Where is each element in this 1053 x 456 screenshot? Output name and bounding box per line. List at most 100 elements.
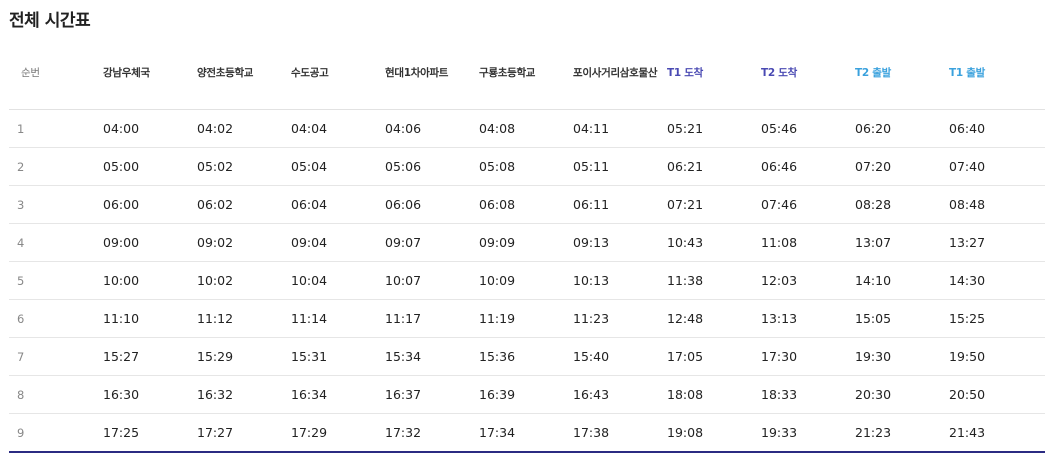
row-number-cell: 8: [9, 375, 103, 414]
time-value: 06:08: [479, 197, 516, 212]
time-cell: 19:30: [855, 337, 949, 376]
time-cell: 10:02: [197, 261, 291, 300]
time-cell: 19:50: [949, 337, 1045, 376]
row-number: 6: [17, 311, 25, 326]
column-header-label: 구룡초등학교: [479, 67, 536, 79]
row-number-cell: 6: [9, 299, 103, 338]
time-value: 17:29: [291, 425, 328, 440]
column-header-t2-arrival: T2 도착: [761, 45, 855, 110]
time-cell: 06:02: [197, 185, 291, 224]
time-cell: 13:07: [855, 223, 949, 262]
time-value: 11:08: [761, 235, 798, 250]
time-value: 11:10: [103, 311, 140, 326]
time-value: 06:02: [197, 197, 234, 212]
time-cell: 18:08: [667, 375, 761, 414]
table-row: 2 05:00 05:02 05:04 05:06 05:08 05:11 06:21 06:4…: [9, 147, 1045, 186]
time-cell: 15:27: [103, 337, 197, 376]
time-value: 17:32: [385, 425, 422, 440]
time-value: 05:00: [103, 159, 140, 174]
time-value: 17:34: [479, 425, 516, 440]
time-cell: 06:06: [385, 185, 479, 224]
time-value: 05:08: [479, 159, 516, 174]
time-cell: 06:46: [761, 147, 855, 186]
time-cell: 09:04: [291, 223, 385, 262]
column-header-guryong-elementary: 구룡초등학교: [479, 45, 573, 110]
time-value: 05:02: [197, 159, 234, 174]
time-cell: 04:04: [291, 109, 385, 148]
time-cell: 09:09: [479, 223, 573, 262]
column-header-label: 순번: [21, 67, 40, 79]
time-cell: 10:07: [385, 261, 479, 300]
time-cell: 06:11: [573, 185, 667, 224]
time-value: 07:20: [855, 159, 892, 174]
time-value: 04:02: [197, 121, 234, 136]
time-cell: 17:38: [573, 413, 667, 453]
time-value: 21:23: [855, 425, 892, 440]
time-value: 07:46: [761, 197, 798, 212]
table-row: 4 09:00 09:02 09:04 09:07 09:09 09:13 10:43 11:0…: [9, 223, 1045, 262]
time-value: 09:07: [385, 235, 422, 250]
column-header-label: T2 출발: [855, 67, 891, 79]
time-value: 05:21: [667, 121, 704, 136]
time-value: 11:14: [291, 311, 328, 326]
time-cell: 08:28: [855, 185, 949, 224]
time-value: 20:50: [949, 387, 986, 402]
table-body: 1 04:00 04:02 04:04 04:06 04:08 04:11 05:21 05:4…: [9, 109, 1045, 453]
time-cell: 17:34: [479, 413, 573, 453]
row-number-cell: 1: [9, 109, 103, 148]
time-cell: 11:14: [291, 299, 385, 338]
row-number: 3: [17, 197, 25, 212]
time-cell: 11:08: [761, 223, 855, 262]
time-cell: 07:40: [949, 147, 1045, 186]
column-header-hyundai-1st-apartment: 현대1차아파트: [385, 45, 479, 110]
time-value: 11:12: [197, 311, 234, 326]
row-number-cell: 9: [9, 413, 103, 453]
column-header-label: 강남우체국: [103, 67, 150, 79]
time-cell: 15:34: [385, 337, 479, 376]
time-cell: 09:00: [103, 223, 197, 262]
time-value: 17:38: [573, 425, 610, 440]
column-header-yangjeon-elementary: 양전초등학교: [197, 45, 291, 110]
time-cell: 05:46: [761, 109, 855, 148]
time-value: 19:08: [667, 425, 704, 440]
time-cell: 17:05: [667, 337, 761, 376]
time-cell: 06:04: [291, 185, 385, 224]
time-value: 06:04: [291, 197, 328, 212]
time-value: 05:06: [385, 159, 422, 174]
time-cell: 15:31: [291, 337, 385, 376]
time-value: 16:39: [479, 387, 516, 402]
time-value: 19:33: [761, 425, 798, 440]
time-value: 10:04: [291, 273, 328, 288]
time-value: 09:00: [103, 235, 140, 250]
time-value: 16:30: [103, 387, 140, 402]
time-cell: 15:40: [573, 337, 667, 376]
time-cell: 11:19: [479, 299, 573, 338]
time-value: 13:07: [855, 235, 892, 250]
time-value: 11:38: [667, 273, 704, 288]
time-cell: 17:30: [761, 337, 855, 376]
time-value: 10:43: [667, 235, 704, 250]
time-value: 06:40: [949, 121, 986, 136]
column-header-sudo-technical-high: 수도공고: [291, 45, 385, 110]
time-value: 07:21: [667, 197, 704, 212]
time-cell: 05:00: [103, 147, 197, 186]
time-value: 15:29: [197, 349, 234, 364]
time-cell: 10:00: [103, 261, 197, 300]
time-value: 05:04: [291, 159, 328, 174]
time-value: 15:27: [103, 349, 140, 364]
time-cell: 13:27: [949, 223, 1045, 262]
time-value: 16:37: [385, 387, 422, 402]
column-header-label: 수도공고: [291, 67, 329, 79]
time-cell: 04:02: [197, 109, 291, 148]
time-cell: 13:13: [761, 299, 855, 338]
time-value: 13:13: [761, 311, 798, 326]
time-value: 06:11: [573, 197, 610, 212]
time-cell: 17:25: [103, 413, 197, 453]
time-cell: 15:05: [855, 299, 949, 338]
column-header-gangnam-post-office: 강남우체국: [103, 45, 197, 110]
time-cell: 21:23: [855, 413, 949, 453]
time-value: 17:30: [761, 349, 798, 364]
time-cell: 11:10: [103, 299, 197, 338]
time-value: 11:19: [479, 311, 516, 326]
table-row: 8 16:30 16:32 16:34 16:37 16:39 16:43 18:08 18:3…: [9, 375, 1045, 414]
